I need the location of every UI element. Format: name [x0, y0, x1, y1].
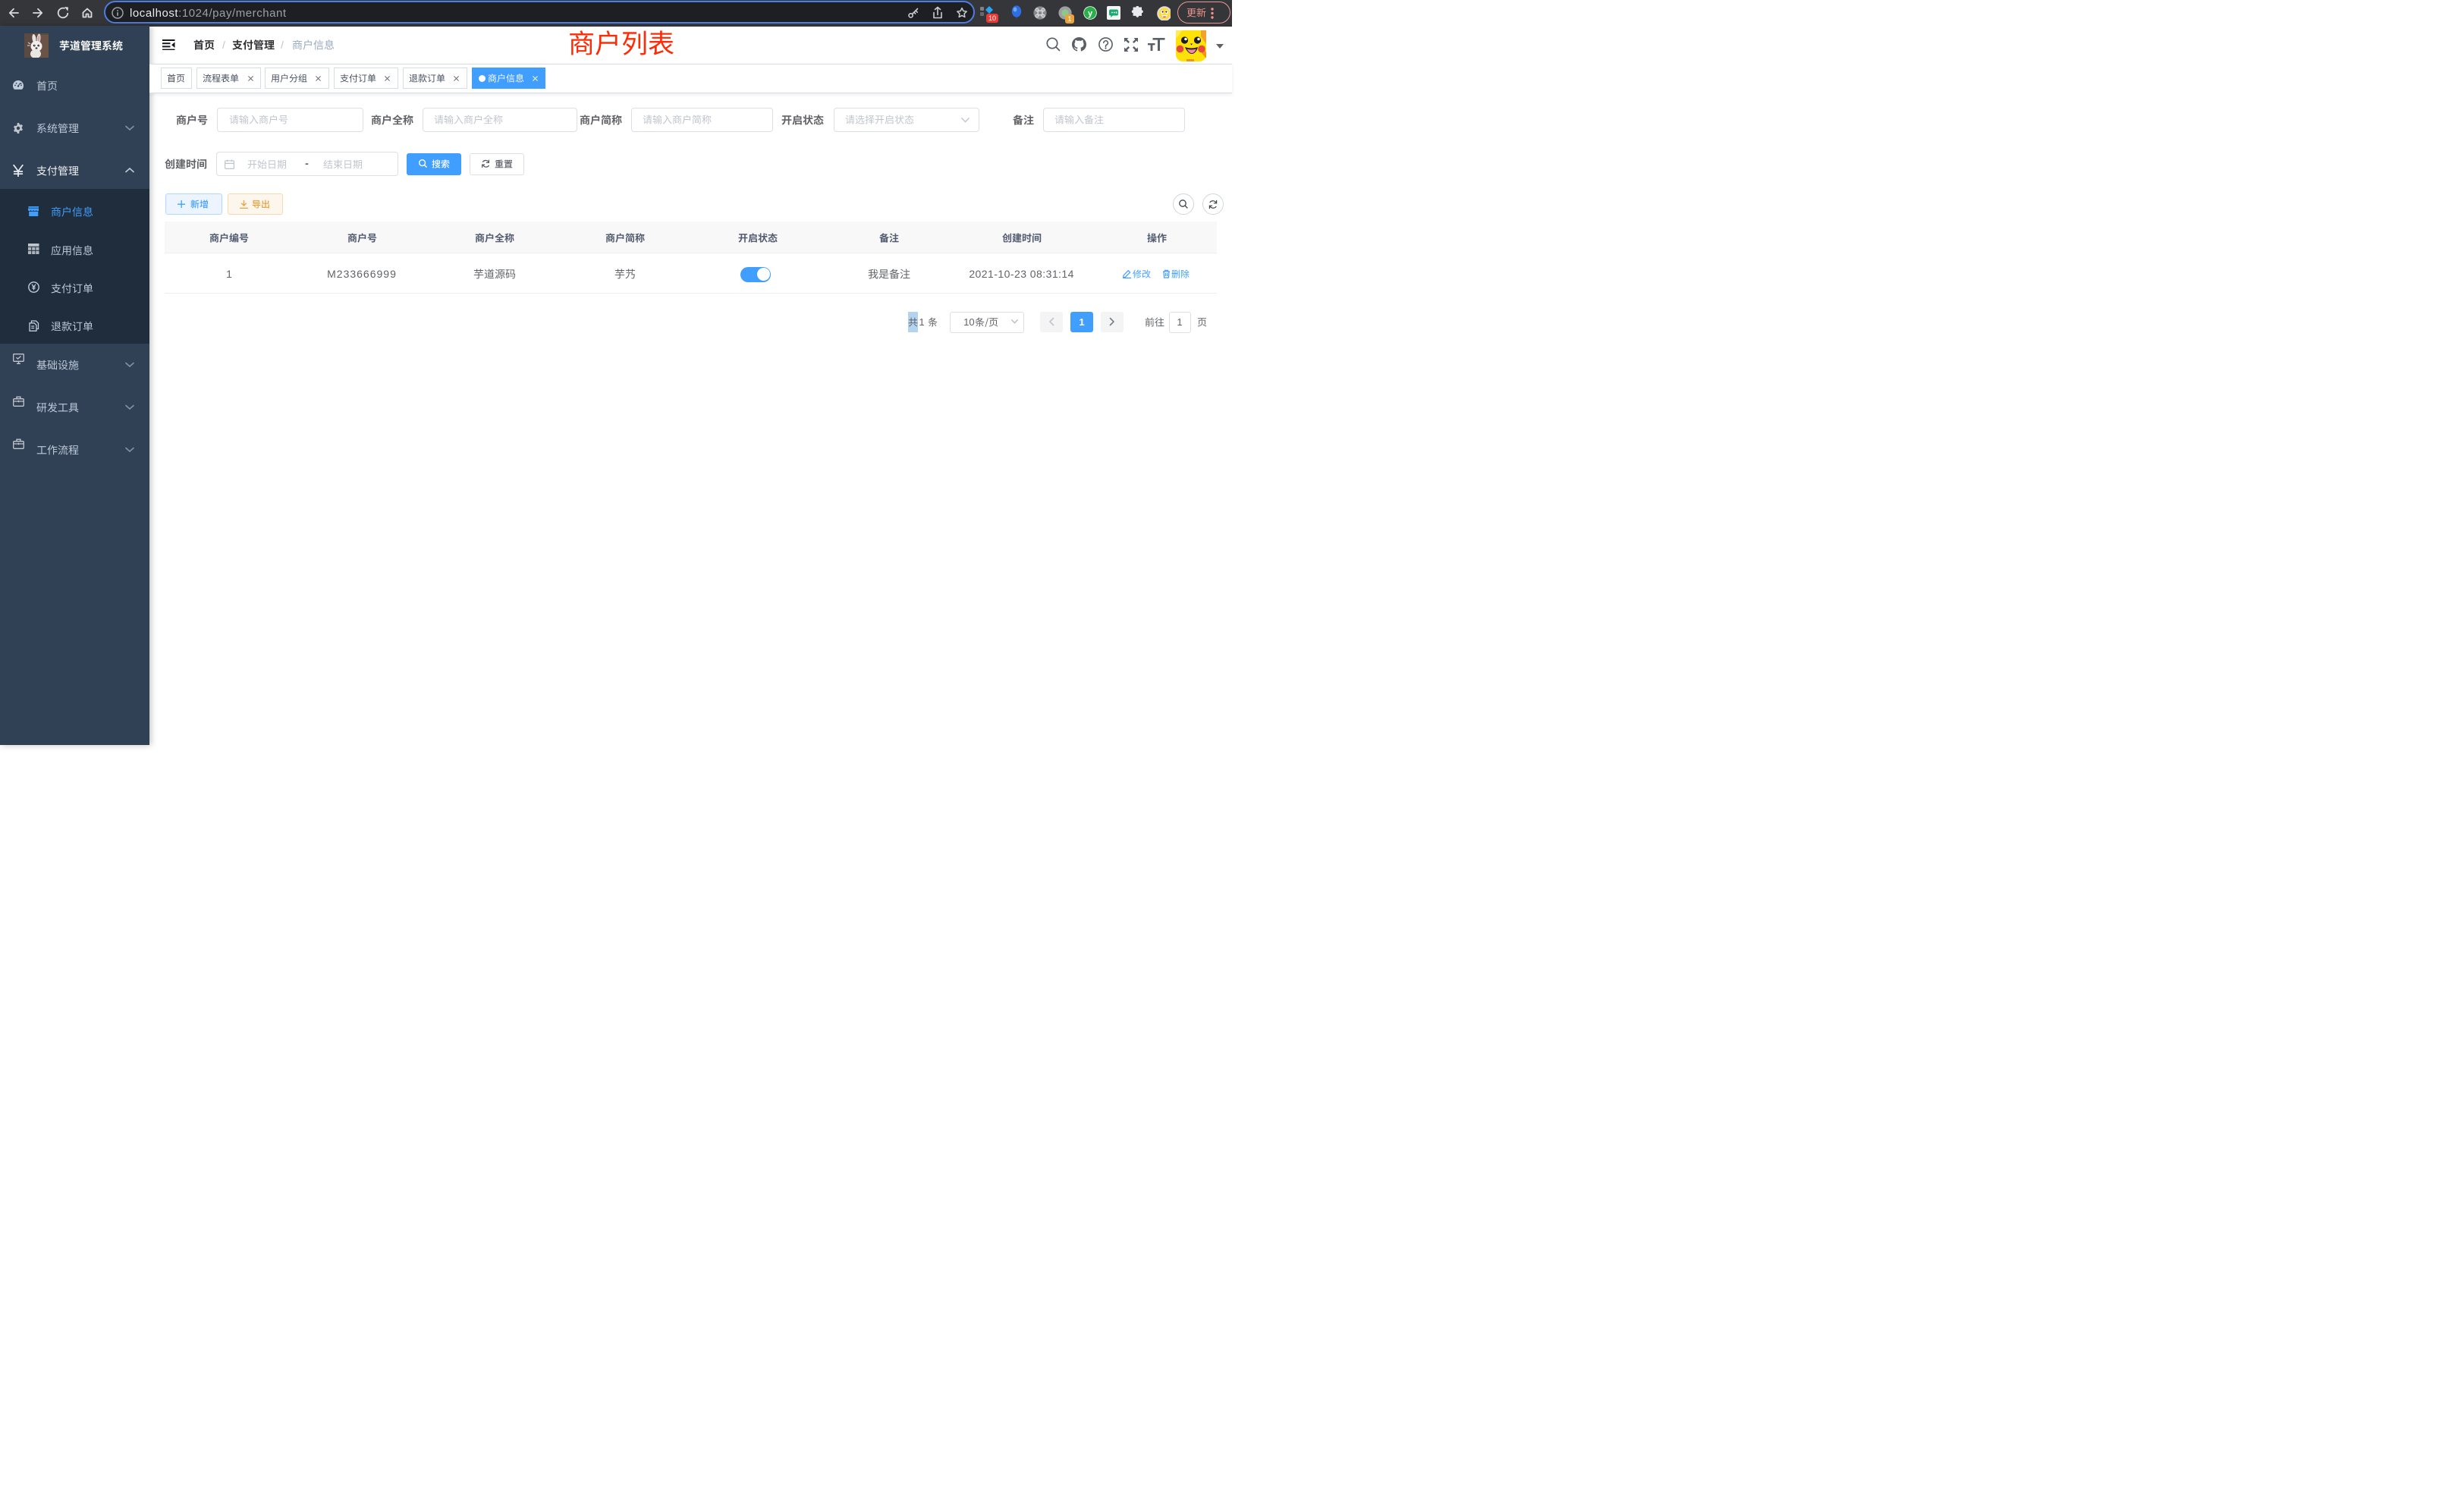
- svg-text:y: y: [1088, 9, 1093, 18]
